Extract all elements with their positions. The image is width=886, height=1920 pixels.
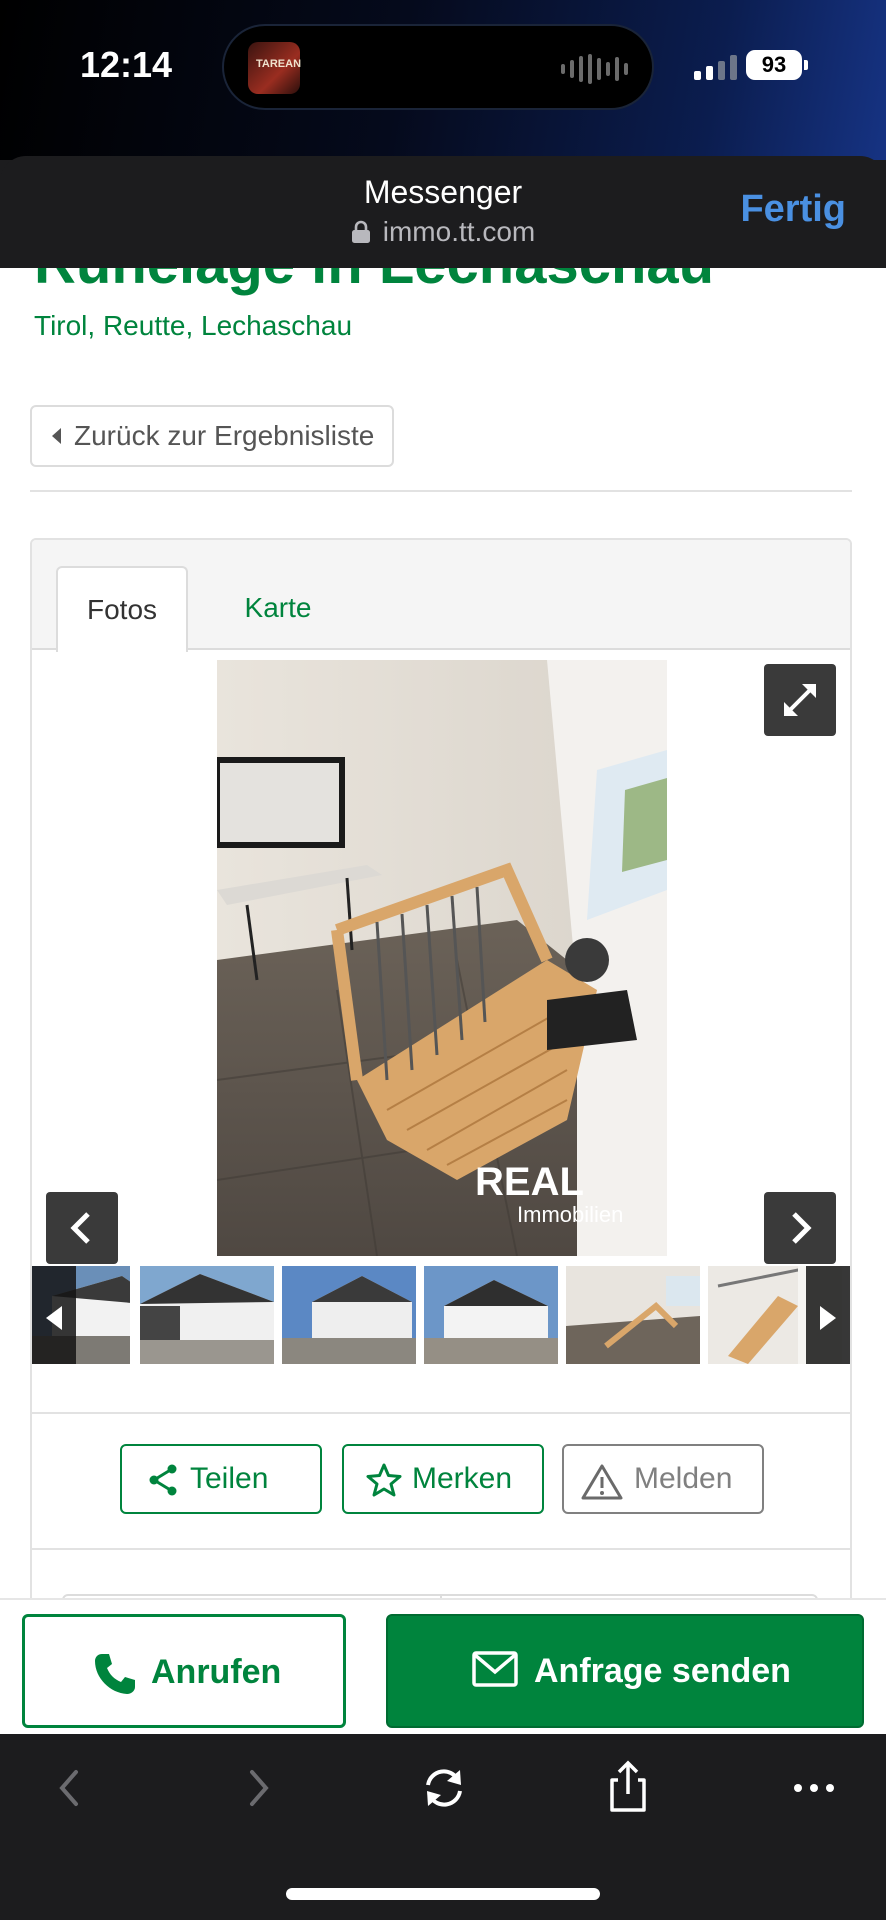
browser-sheet-header: Messenger immo.tt.com Fertig	[0, 156, 886, 268]
share-label: Teilen	[190, 1462, 269, 1495]
thumbnail-next-button[interactable]	[806, 1266, 850, 1364]
forward-arrow-icon[interactable]	[228, 1758, 288, 1818]
phone-icon	[95, 1654, 135, 1694]
listing-location: Tirol, Reutte, Lechaschau	[34, 310, 353, 341]
contact-bar: Anrufen Anfrage senden	[0, 1598, 886, 1734]
share-button[interactable]: Teilen	[120, 1444, 322, 1514]
back-to-results-label: Zurück zur Ergebnisliste	[74, 420, 375, 451]
lock-icon	[351, 220, 370, 243]
now-playing-artwork: TAREAN	[248, 42, 302, 94]
thumbnail-strip	[32, 1266, 850, 1364]
report-button[interactable]: Melden	[562, 1444, 764, 1514]
listing-title: Ruhelage in Lechaschau	[34, 268, 714, 297]
call-label: Anrufen	[151, 1653, 282, 1691]
status-time: 12:14	[80, 44, 173, 85]
web-page: Ruhelage in Lechaschau Tirol, Reutte, Le…	[0, 268, 886, 1598]
chevron-left-icon	[70, 1212, 90, 1244]
divider	[32, 1412, 850, 1414]
url-text: immo.tt.com	[382, 216, 536, 247]
status-bar: 12:14 TAREAN 93	[0, 0, 886, 160]
audio-waveform-icon	[561, 54, 628, 84]
report-label: Melden	[634, 1462, 733, 1495]
fullscreen-button[interactable]	[764, 664, 836, 736]
gallery-card: Fotos Karte REAL Immobilien Teilen Merke…	[30, 538, 852, 1598]
artwork-text: TAREAN	[256, 58, 302, 70]
more-icon[interactable]	[784, 1758, 844, 1818]
tab-fotos[interactable]: Fotos	[56, 566, 188, 652]
share-icon	[149, 1464, 177, 1496]
home-indicator[interactable]	[286, 1888, 600, 1900]
chevron-right-icon	[792, 1212, 812, 1244]
save-button[interactable]: Merken	[342, 1444, 544, 1514]
tab-karte[interactable]: Karte	[212, 566, 344, 650]
battery-icon: 93	[746, 50, 802, 80]
next-photo-button[interactable]	[764, 1192, 836, 1264]
watermark-brand: REAL	[475, 1160, 584, 1204]
thumbnail-prev-button[interactable]	[32, 1266, 76, 1364]
send-inquiry-button[interactable]: Anfrage senden	[386, 1614, 864, 1728]
thumbnail[interactable]	[424, 1266, 558, 1364]
call-button[interactable]: Anrufen	[22, 1614, 346, 1728]
reload-icon[interactable]	[414, 1758, 474, 1818]
cellular-signal-icon	[694, 54, 737, 80]
dynamic-island[interactable]: TAREAN	[222, 24, 654, 110]
divider	[30, 490, 852, 492]
caret-left-icon	[52, 428, 61, 444]
battery-cap	[804, 60, 808, 70]
main-photo[interactable]: REAL Immobilien	[217, 660, 667, 1256]
previous-photo-button[interactable]	[46, 1192, 118, 1264]
divider	[32, 1548, 850, 1550]
save-label: Merken	[412, 1462, 513, 1495]
thumbnail[interactable]	[282, 1266, 416, 1364]
triangle-left-icon	[46, 1306, 62, 1330]
battery-level: 93	[761, 52, 787, 77]
thumbnail[interactable]	[566, 1266, 700, 1364]
back-arrow-icon[interactable]	[40, 1758, 100, 1818]
watermark-sub: Immobilien	[517, 1202, 623, 1227]
back-to-results-button[interactable]: Zurück zur Ergebnisliste	[30, 405, 394, 467]
mail-icon	[472, 1651, 518, 1687]
warning-icon	[581, 1464, 623, 1500]
share-icon[interactable]	[598, 1758, 658, 1818]
send-inquiry-label: Anfrage senden	[534, 1652, 791, 1690]
expand-icon	[784, 684, 816, 716]
triangle-right-icon	[820, 1306, 836, 1330]
star-icon	[366, 1463, 402, 1497]
thumbnail[interactable]	[140, 1266, 274, 1364]
done-button[interactable]: Fertig	[740, 188, 846, 231]
gallery-tabs: Fotos Karte	[32, 540, 850, 652]
staircase-photo: REAL Immobilien	[217, 660, 667, 1256]
